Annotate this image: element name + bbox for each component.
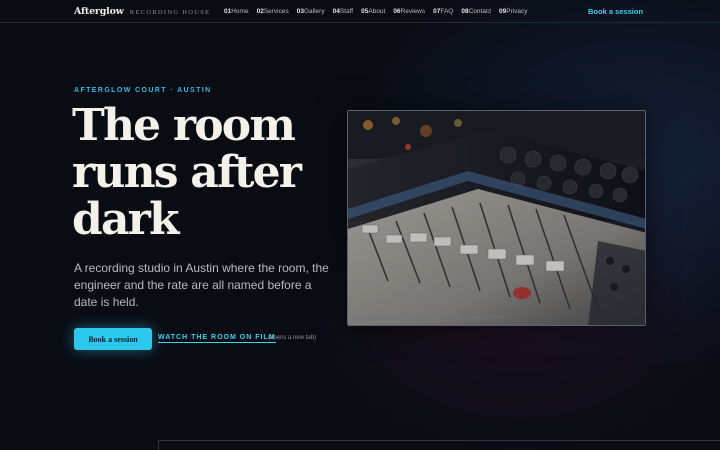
nav-label: Staff [339, 7, 354, 15]
nav-link-reviews[interactable]: 06Reviews [393, 8, 425, 15]
hero-lede: A recording studio in Austin where the r… [74, 261, 329, 309]
nav-label: FAQ [440, 7, 454, 15]
nav-label: Services [263, 7, 289, 15]
nav-num: 04 [332, 7, 340, 15]
film-link-note: (opens a new tab) [268, 335, 317, 341]
nav-num: 03 [296, 7, 304, 15]
watch-film-link[interactable]: WATCH THE ROOM ON FILM [158, 334, 276, 343]
brand-tagline: RECORDING HOUSE [129, 8, 211, 16]
nav-link-faq[interactable]: 07FAQ [433, 8, 453, 15]
nav-link-about[interactable]: 05About [361, 8, 385, 15]
top-navigation: Afterglow RECORDING HOUSE 01Home 02Servi… [0, 0, 720, 23]
nav-book-session-link[interactable]: Book a session [588, 0, 643, 22]
book-session-button[interactable]: Book a session [74, 328, 152, 350]
nav-link-privacy[interactable]: 09Privacy [499, 8, 528, 15]
nav-link-contact[interactable]: 08Contact [461, 8, 491, 15]
hero-eyebrow: AFTERGLOW COURT · AUSTIN [74, 87, 212, 94]
nav-label: Home [231, 7, 249, 15]
photo-caption: The control room at Afterglow Court, lit… [351, 315, 506, 321]
nav-num: 02 [256, 7, 264, 15]
control-room-photo: The control room at Afterglow Court, lit… [347, 110, 646, 326]
nav-links: 01Home 02Services 03Gallery 04Staff 05Ab… [224, 0, 528, 22]
nav-label: Gallery [303, 7, 325, 15]
brand-name: Afterglow [74, 5, 124, 17]
brand[interactable]: Afterglow RECORDING HOUSE [74, 6, 210, 17]
nav-label: About [368, 7, 386, 15]
nav-num: 08 [461, 7, 469, 15]
nav-num: 06 [393, 7, 401, 15]
nav-link-services[interactable]: 02Services [257, 8, 289, 15]
nav-label: Privacy [506, 7, 528, 15]
nav-link-gallery[interactable]: 03Gallery [297, 8, 325, 15]
mixing-console-image [348, 111, 645, 325]
nav-link-staff[interactable]: 04Staff [333, 8, 354, 15]
hero-headline: The room runs after dark [72, 100, 302, 245]
nav-link-home[interactable]: 01Home [224, 8, 249, 15]
section-divider [158, 440, 720, 450]
nav-label: Reviews [400, 7, 426, 15]
nav-label: Contact [468, 7, 491, 15]
